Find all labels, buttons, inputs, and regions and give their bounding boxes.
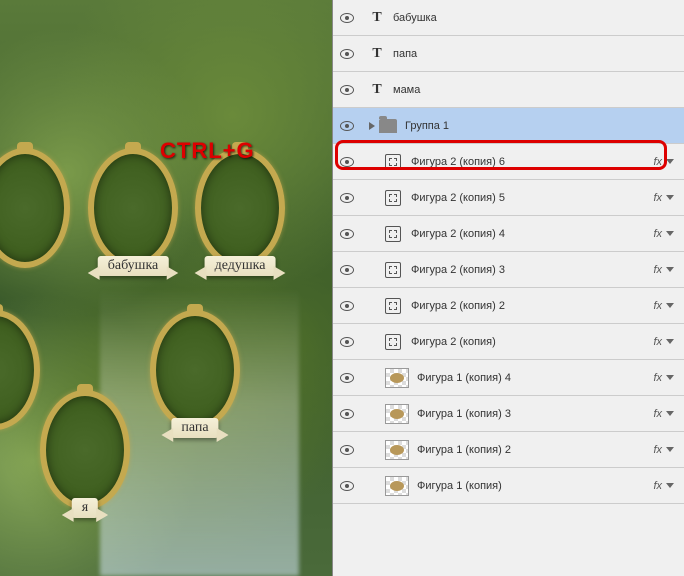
layer-row[interactable]: Фигура 2 (копия) 2fx — [333, 288, 684, 324]
photo-frame-partial[interactable] — [0, 148, 70, 268]
frame-ring — [40, 390, 130, 510]
frame-ring — [0, 148, 70, 268]
visibility-toggle-icon[interactable] — [339, 190, 355, 206]
frame-ring — [195, 148, 285, 268]
layer-row[interactable]: Фигура 1 (копия) 2fx — [333, 432, 684, 468]
photo-frame[interactable]: папа — [150, 310, 240, 430]
fx-indicator[interactable]: fx — [653, 336, 662, 348]
visibility-toggle-icon[interactable] — [339, 82, 355, 98]
visibility-toggle-icon[interactable] — [339, 478, 355, 494]
chevron-down-icon[interactable] — [666, 483, 674, 488]
layer-row[interactable]: Фигура 2 (копия)fx — [333, 324, 684, 360]
frame-label: дедушка — [205, 256, 276, 276]
visibility-toggle-icon[interactable] — [339, 118, 355, 134]
folder-icon — [379, 119, 397, 133]
visibility-toggle-icon[interactable] — [339, 334, 355, 350]
frame-label: бабушка — [98, 256, 169, 276]
chevron-down-icon[interactable] — [666, 411, 674, 416]
fx-indicator[interactable]: fx — [653, 372, 662, 384]
fx-indicator[interactable]: fx — [653, 192, 662, 204]
chevron-down-icon[interactable] — [666, 447, 674, 452]
layer-name-label[interactable]: Фигура 2 (копия) 3 — [411, 264, 653, 276]
fx-indicator[interactable]: fx — [653, 408, 662, 420]
visibility-toggle-icon[interactable] — [339, 154, 355, 170]
frame-ring — [150, 310, 240, 430]
layer-name-label[interactable]: папа — [393, 48, 678, 60]
fx-indicator[interactable]: fx — [653, 156, 662, 168]
frame-label: я — [72, 498, 98, 518]
visibility-toggle-icon[interactable] — [339, 370, 355, 386]
layer-row[interactable]: Tмама — [333, 72, 684, 108]
shape-layer-icon — [385, 190, 401, 206]
layer-row[interactable]: Группа 1 — [333, 108, 684, 144]
photo-frame[interactable]: я — [40, 390, 130, 510]
text-layer-icon: T — [369, 82, 385, 98]
layer-name-label[interactable]: Фигура 2 (копия) 4 — [411, 228, 653, 240]
chevron-down-icon[interactable] — [666, 339, 674, 344]
chevron-down-icon[interactable] — [666, 231, 674, 236]
layer-name-label[interactable]: Группа 1 — [405, 120, 678, 132]
layer-row[interactable]: Tпапа — [333, 36, 684, 72]
chevron-down-icon[interactable] — [666, 159, 674, 164]
layer-thumbnail-icon — [385, 368, 409, 388]
layer-row[interactable]: Фигура 2 (копия) 4fx — [333, 216, 684, 252]
layer-thumbnail-icon — [385, 476, 409, 496]
visibility-toggle-icon[interactable] — [339, 442, 355, 458]
photo-frame[interactable]: дедушка — [195, 148, 285, 268]
chevron-down-icon[interactable] — [666, 375, 674, 380]
keyboard-shortcut-overlay: CTRL+G — [160, 138, 255, 164]
layer-name-label[interactable]: мама — [393, 84, 678, 96]
shape-layer-icon — [385, 154, 401, 170]
shape-layer-icon — [385, 262, 401, 278]
visibility-toggle-icon[interactable] — [339, 10, 355, 26]
visibility-toggle-icon[interactable] — [339, 226, 355, 242]
fx-indicator[interactable]: fx — [653, 264, 662, 276]
text-layer-icon: T — [369, 10, 385, 26]
layer-name-label[interactable]: Фигура 1 (копия) 2 — [417, 444, 653, 456]
layer-thumbnail-icon — [385, 440, 409, 460]
chevron-down-icon[interactable] — [666, 303, 674, 308]
visibility-toggle-icon[interactable] — [339, 262, 355, 278]
photo-frame-partial[interactable] — [0, 310, 40, 430]
visibility-toggle-icon[interactable] — [339, 406, 355, 422]
chevron-down-icon[interactable] — [666, 267, 674, 272]
layer-name-label[interactable]: Фигура 2 (копия) 6 — [411, 156, 653, 168]
visibility-toggle-icon[interactable] — [339, 298, 355, 314]
frame-ring — [88, 148, 178, 268]
layer-name-label[interactable]: Фигура 1 (копия) 4 — [417, 372, 653, 384]
layer-name-label[interactable]: Фигура 1 (копия) — [417, 480, 653, 492]
layer-row[interactable]: Фигура 2 (копия) 6fx — [333, 144, 684, 180]
frame-ring — [0, 310, 40, 430]
layer-row[interactable]: Фигура 1 (копия) 4fx — [333, 360, 684, 396]
text-layer-icon: T — [369, 46, 385, 62]
shape-layer-icon — [385, 226, 401, 242]
chevron-down-icon[interactable] — [666, 195, 674, 200]
layer-name-label[interactable]: Фигура 2 (копия) 2 — [411, 300, 653, 312]
photo-frame[interactable]: бабушка — [88, 148, 178, 268]
fx-indicator[interactable]: fx — [653, 480, 662, 492]
canvas-area[interactable]: бабушкадедушкапапая CTRL+G — [0, 0, 332, 576]
fx-indicator[interactable]: fx — [653, 444, 662, 456]
fx-indicator[interactable]: fx — [653, 228, 662, 240]
layer-name-label[interactable]: Фигура 2 (копия) — [411, 336, 653, 348]
disclosure-triangle-icon[interactable] — [369, 122, 375, 130]
visibility-toggle-icon[interactable] — [339, 46, 355, 62]
layer-row[interactable]: Фигура 2 (копия) 5fx — [333, 180, 684, 216]
layer-thumbnail-icon — [385, 404, 409, 424]
layer-row[interactable]: Фигура 1 (копия)fx — [333, 468, 684, 504]
layer-row[interactable]: Фигура 1 (копия) 3fx — [333, 396, 684, 432]
layer-name-label[interactable]: Фигура 2 (копия) 5 — [411, 192, 653, 204]
layer-name-label[interactable]: Фигура 1 (копия) 3 — [417, 408, 653, 420]
layer-name-label[interactable]: бабушка — [393, 12, 678, 24]
shape-layer-icon — [385, 334, 401, 350]
layers-panel[interactable]: TбабушкаTпапаTмамаГруппа 1Фигура 2 (копи… — [332, 0, 684, 576]
shape-layer-icon — [385, 298, 401, 314]
layer-row[interactable]: Фигура 2 (копия) 3fx — [333, 252, 684, 288]
layer-row[interactable]: Tбабушка — [333, 0, 684, 36]
fx-indicator[interactable]: fx — [653, 300, 662, 312]
frame-label: папа — [171, 418, 218, 438]
